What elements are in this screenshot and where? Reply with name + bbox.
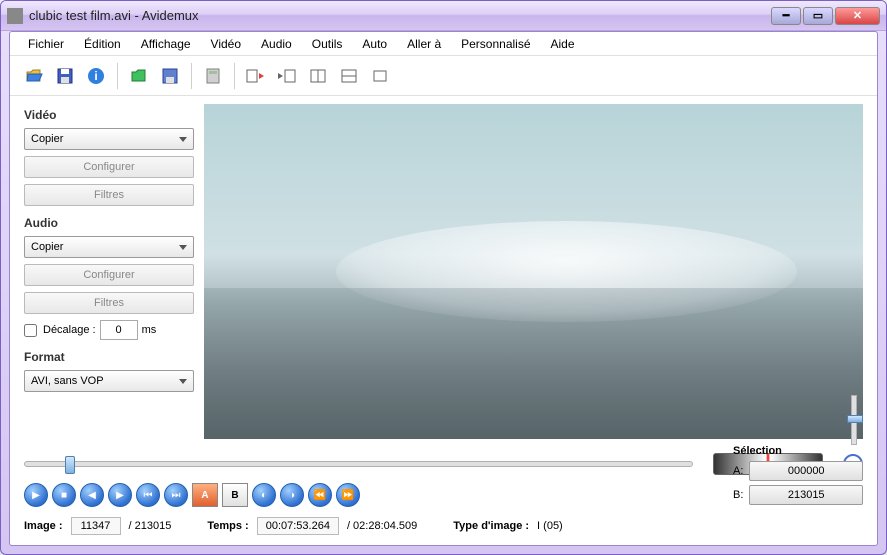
first-frame-button[interactable]: ⏪: [308, 483, 332, 507]
selection-panel: Sélection A: 000000 B: 213015: [733, 445, 863, 509]
frametype-label: Type d'image :: [453, 520, 529, 532]
audio-offset-row: Décalage : ms: [24, 320, 194, 340]
video-configure-button[interactable]: Configurer: [24, 156, 194, 178]
offset-unit: ms: [142, 324, 157, 336]
preview-output-button[interactable]: [273, 62, 301, 90]
frame-current[interactable]: 11347: [71, 517, 121, 535]
menu-aide[interactable]: Aide: [541, 34, 585, 54]
prev-frame-button[interactable]: ◀: [80, 483, 104, 507]
save-script-button[interactable]: [156, 62, 184, 90]
marker-a-label: A:: [733, 465, 743, 477]
preview-input-button[interactable]: [242, 62, 270, 90]
separator: [117, 63, 118, 89]
set-marker-b-button[interactable]: B: [222, 483, 248, 507]
time-label: Temps :: [207, 520, 248, 532]
app-window: clubic test film.avi - Avidemux ━ ▭ ✕ Fi…: [0, 0, 887, 555]
video-preview: [204, 104, 863, 439]
offset-checkbox[interactable]: [24, 324, 37, 337]
frametype-value: I (05): [537, 520, 563, 532]
single-icon: [371, 67, 389, 85]
menu-bar: Fichier Édition Affichage Vidéo Audio Ou…: [10, 32, 877, 56]
frame-label: Image :: [24, 520, 63, 532]
save-button[interactable]: [51, 62, 79, 90]
set-marker-a-button[interactable]: A: [192, 483, 218, 507]
layout-split-button[interactable]: [304, 62, 332, 90]
titlebar[interactable]: clubic test film.avi - Avidemux ━ ▭ ✕: [1, 1, 886, 31]
load-script-button[interactable]: [125, 62, 153, 90]
info-button[interactable]: i: [82, 62, 110, 90]
audio-codec-combo[interactable]: Copier: [24, 236, 194, 258]
minimize-button[interactable]: ━: [771, 7, 801, 25]
selection-label: Sélection: [733, 445, 863, 457]
menu-audio[interactable]: Audio: [251, 34, 302, 54]
close-button[interactable]: ✕: [835, 7, 880, 25]
floppy-icon: [56, 67, 74, 85]
offset-label: Décalage :: [43, 324, 96, 336]
format-combo[interactable]: AVI, sans VOP: [24, 370, 194, 392]
preview-in-icon: [246, 67, 266, 85]
folder-open-icon: [25, 67, 43, 85]
window-title: clubic test film.avi - Avidemux: [29, 8, 771, 23]
maximize-button[interactable]: ▭: [803, 7, 833, 25]
info-icon: i: [87, 67, 105, 85]
marker-a-button[interactable]: 000000: [749, 461, 863, 481]
next-black-button[interactable]: ◑: [280, 483, 304, 507]
next-keyframe-button[interactable]: ⏭: [164, 483, 188, 507]
app-icon: [7, 8, 23, 24]
seek-slider[interactable]: [24, 461, 693, 467]
format-section-label: Format: [24, 350, 194, 364]
folder-green-icon: [130, 67, 148, 85]
offset-input[interactable]: [100, 320, 138, 340]
layout-single-button[interactable]: [366, 62, 394, 90]
video-section-label: Vidéo: [24, 108, 194, 122]
menu-auto[interactable]: Auto: [352, 34, 397, 54]
stop-button[interactable]: ■: [52, 483, 76, 507]
preview-out-icon: [277, 67, 297, 85]
audio-filters-button[interactable]: Filtres: [24, 292, 194, 314]
sidebar: Vidéo Copier Configurer Filtres Audio Co…: [24, 104, 194, 439]
next-frame-button[interactable]: ▶: [108, 483, 132, 507]
prev-black-button[interactable]: ◐: [252, 483, 276, 507]
volume-thumb[interactable]: [847, 415, 863, 423]
menu-video[interactable]: Vidéo: [201, 34, 251, 54]
layout-stack-button[interactable]: [335, 62, 363, 90]
audio-configure-button[interactable]: Configurer: [24, 264, 194, 286]
menu-fichier[interactable]: Fichier: [18, 34, 74, 54]
video-codec-combo[interactable]: Copier: [24, 128, 194, 150]
status-bar: Image : 11347 / 213015 Temps : 00:07:53.…: [10, 511, 877, 545]
menu-affichage[interactable]: Affichage: [131, 34, 201, 54]
prev-keyframe-button[interactable]: ⏮: [136, 483, 160, 507]
client-area: Fichier Édition Affichage Vidéo Audio Ou…: [9, 31, 878, 546]
play-button[interactable]: ▶: [24, 483, 48, 507]
seek-thumb[interactable]: [65, 456, 75, 474]
toolbar: i: [10, 56, 877, 96]
last-frame-button[interactable]: ⏩: [336, 483, 360, 507]
frame-total: / 213015: [129, 520, 172, 532]
floppy-small-icon: [161, 67, 179, 85]
marker-b-label: B:: [733, 489, 743, 501]
audio-section-label: Audio: [24, 216, 194, 230]
split-vert-icon: [309, 67, 327, 85]
menu-allera[interactable]: Aller à: [397, 34, 451, 54]
separator: [234, 63, 235, 89]
volume-slider[interactable]: [851, 395, 857, 445]
svg-text:i: i: [94, 69, 97, 83]
time-current[interactable]: 00:07:53.264: [257, 517, 339, 535]
menu-outils[interactable]: Outils: [302, 34, 353, 54]
calculator-button[interactable]: [199, 62, 227, 90]
split-horiz-icon: [340, 67, 358, 85]
window-controls: ━ ▭ ✕: [771, 7, 880, 25]
marker-b-button[interactable]: 213015: [749, 485, 863, 505]
calculator-icon: [204, 67, 222, 85]
time-total: / 02:28:04.509: [347, 520, 417, 532]
video-filters-button[interactable]: Filtres: [24, 184, 194, 206]
menu-edition[interactable]: Édition: [74, 34, 131, 54]
menu-personnalise[interactable]: Personnalisé: [451, 34, 540, 54]
separator: [191, 63, 192, 89]
open-button[interactable]: [20, 62, 48, 90]
main-area: Vidéo Copier Configurer Filtres Audio Co…: [10, 96, 877, 443]
